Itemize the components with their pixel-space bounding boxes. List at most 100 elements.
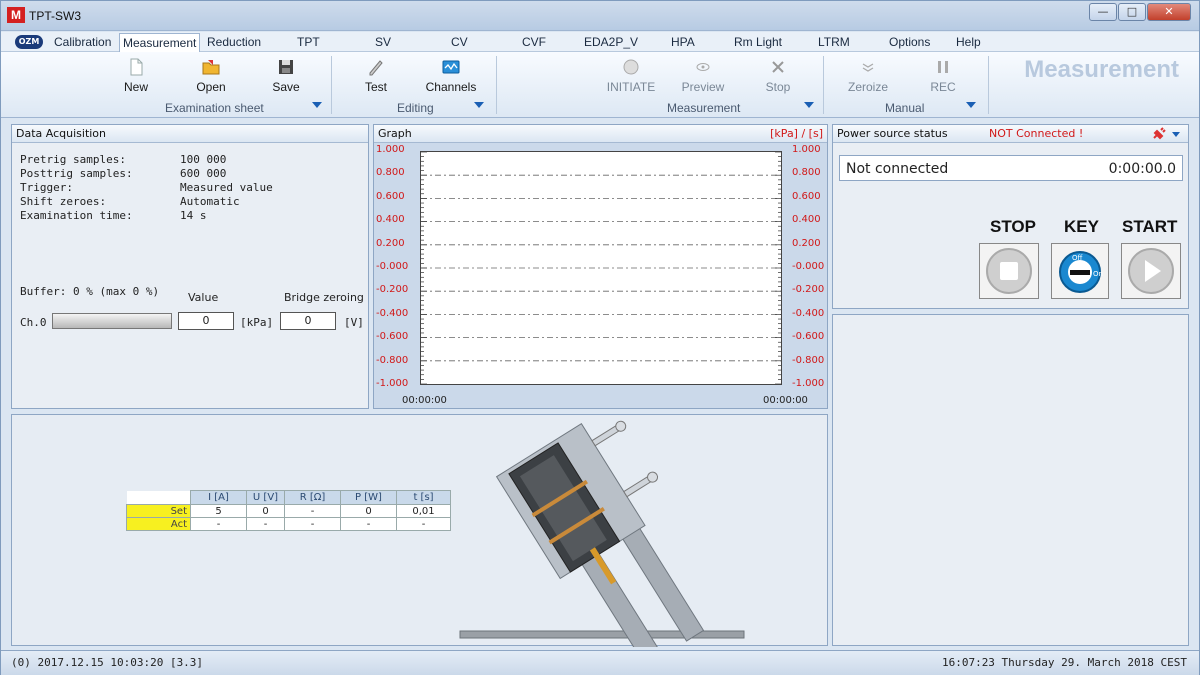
editing-expand-icon[interactable] <box>474 102 484 108</box>
rec-button[interactable]: REC <box>928 58 958 94</box>
test-button[interactable]: Test <box>361 58 391 94</box>
y-tick-label-left: 0.600 <box>376 190 405 202</box>
examination-expand-icon[interactable] <box>312 102 322 108</box>
y-tick-label-right: -1.000 <box>792 378 825 389</box>
y-tick-label-right: 0.600 <box>792 190 821 202</box>
stop-square-icon <box>986 248 1032 294</box>
ribbon-section-title: Measurement <box>1024 56 1179 83</box>
menu-cv[interactable]: CV <box>451 35 468 49</box>
power-menu-chevron-icon[interactable] <box>1172 132 1180 137</box>
y-tick-label-left: 1.000 <box>376 144 405 155</box>
manual-expand-icon[interactable] <box>966 102 976 108</box>
play-icon <box>1128 248 1174 294</box>
new-file-icon <box>130 58 143 76</box>
power-source-title: Power source status <box>837 127 948 140</box>
start-control-label: START <box>1122 217 1178 236</box>
posttrig-value: 600 000 <box>180 167 227 180</box>
ozm-logo-icon[interactable]: OZM <box>15 35 43 49</box>
set-resistance-cell[interactable]: - <box>284 504 341 518</box>
zeroize-button[interactable]: Zeroize <box>844 58 892 94</box>
buffer-status: Buffer: 0 % (max 0 %) <box>20 285 160 298</box>
y-tick-label-left: -1.000 <box>376 378 409 389</box>
maximize-button[interactable]: □ <box>1118 3 1146 21</box>
rec-label: REC <box>930 80 956 94</box>
menu-bar: OZM Calibration Measurement Reduction TP… <box>1 32 1199 52</box>
minimize-button[interactable]: — <box>1089 3 1117 21</box>
pretrig-value: 100 000 <box>180 153 227 166</box>
set-time-cell[interactable]: 0,01 <box>396 504 451 518</box>
time-header: t [s] <box>396 490 451 505</box>
set-row-label: Set <box>126 504 191 518</box>
group-label-editing: Editing <box>397 101 434 115</box>
set-voltage-cell[interactable]: 0 <box>246 504 285 518</box>
table-row: Act - - - - - <box>126 517 451 531</box>
act-power-cell: - <box>340 517 397 531</box>
app-logo-icon: M <box>7 7 25 23</box>
y-tick-label-left: -0.800 <box>376 354 409 366</box>
key-on-label: On <box>1093 270 1103 278</box>
power-control-table: I [A] U [V] R [Ω] P [W] t [s] Set 5 0 - … <box>126 490 451 531</box>
bridge-zeroing-field[interactable]: 0 <box>280 312 336 330</box>
close-button[interactable]: ✕ <box>1147 3 1191 21</box>
key-off-label: Off <box>1072 254 1083 262</box>
menu-calibration[interactable]: Calibration <box>54 35 111 49</box>
trigger-value: Measured value <box>180 181 273 194</box>
graph-panel: Graph [kPa] / [s] 1.000 0.800 0.600 0.400 0.… <box>373 124 828 409</box>
group-label-examination: Examination sheet <box>165 101 264 115</box>
pencil-icon <box>369 60 383 76</box>
power-detail-panel <box>832 314 1189 646</box>
y-tick-label-right: -0.400 <box>792 307 825 319</box>
graph-title: Graph <box>378 127 412 140</box>
preview-button[interactable]: Preview <box>679 58 727 94</box>
group-separator <box>823 56 824 114</box>
graph-plot-area[interactable] <box>420 151 782 385</box>
data-acquisition-title: Data Acquisition <box>12 125 368 143</box>
power-stop-button[interactable] <box>979 243 1039 299</box>
y-tick-label-left: 0.400 <box>376 214 405 226</box>
new-button[interactable]: New <box>121 58 151 94</box>
ribbon-toolbar: New Open Save Examination sheet Test Cha… <box>1 52 1199 118</box>
measurement-expand-icon[interactable] <box>804 102 814 108</box>
menu-help[interactable]: Help <box>956 35 981 49</box>
y-tick-label-left: 0.800 <box>376 167 405 179</box>
examination-time-label: Examination time: <box>20 209 133 222</box>
power-start-button[interactable] <box>1121 243 1181 299</box>
table-header-row: I [A] U [V] R [Ω] P [W] t [s] <box>126 490 451 505</box>
eye-icon <box>696 63 710 71</box>
plug-icon[interactable] <box>1152 127 1166 140</box>
zeroize-label: Zeroize <box>847 80 888 94</box>
channel-value-field: 0 <box>178 312 234 330</box>
examination-time-value: 14 s <box>180 209 207 222</box>
menu-options[interactable]: Options <box>889 35 930 49</box>
initiate-button[interactable]: INITIATE <box>603 58 659 94</box>
shift-zeroes-value: Automatic <box>180 195 240 208</box>
menu-sv[interactable]: SV <box>375 35 391 49</box>
table-row: Set 5 0 - 0 0,01 <box>126 504 451 518</box>
menu-rm-light[interactable]: Rm Light <box>734 35 782 49</box>
stop-button[interactable]: Stop <box>763 58 793 94</box>
open-label: Open <box>196 80 226 94</box>
set-current-cell[interactable]: 5 <box>190 504 247 518</box>
menu-measurement[interactable]: Measurement <box>119 33 201 52</box>
status-bar: (0) 2017.12.15 10:03:20 [3.3] 16:07:23 T… <box>1 650 1199 675</box>
open-button[interactable]: Open <box>194 58 228 94</box>
app-window: M TPT-SW3 — □ ✕ OZM Calibration Measurem… <box>0 0 1200 675</box>
menu-cvf[interactable]: CVF <box>522 35 546 49</box>
menu-reduction[interactable]: Reduction <box>207 35 261 49</box>
set-power-cell[interactable]: 0 <box>340 504 397 518</box>
group-separator <box>331 56 332 114</box>
menu-hpa[interactable]: HPA <box>671 35 695 49</box>
y-tick-label-right: -0.600 <box>792 331 825 343</box>
channels-button[interactable]: Channels <box>425 58 477 94</box>
power-header: P [W] <box>340 490 397 505</box>
y-tick-label-right: -0.000 <box>792 261 825 272</box>
power-state-text: Not connected <box>846 161 949 177</box>
menu-ltrm[interactable]: LTRM <box>818 35 850 49</box>
connection-status: NOT Connected ! <box>989 127 1084 140</box>
save-button[interactable]: Save <box>271 58 301 94</box>
y-tick-label-left: -0.000 <box>376 261 409 272</box>
power-key-switch[interactable]: Off On <box>1051 243 1109 299</box>
menu-tpt[interactable]: TPT <box>297 35 320 49</box>
menu-eda2p-v[interactable]: EDA2P_V <box>584 35 638 49</box>
table-corner <box>126 490 191 505</box>
